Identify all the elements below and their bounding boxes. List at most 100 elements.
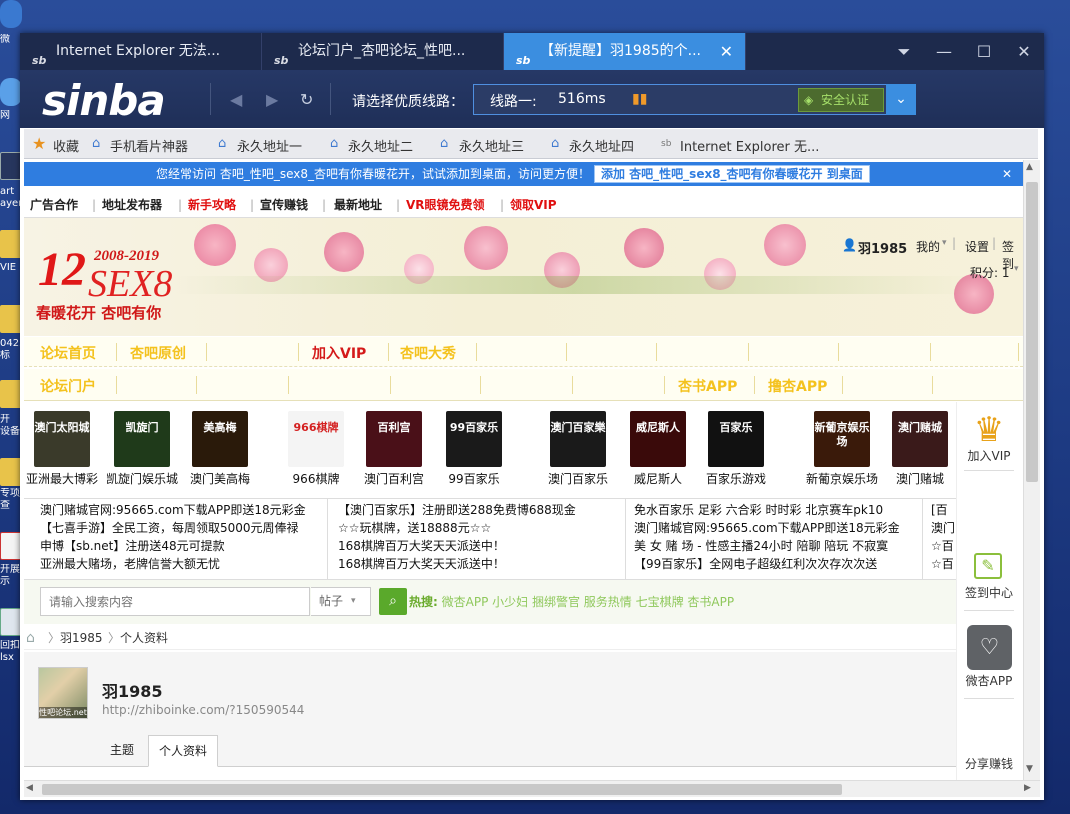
search-type-select[interactable]: 帖子 ▾ — [311, 587, 371, 616]
ad-text-link[interactable]: 申博【sb.net】注册送48元可提款 — [40, 537, 324, 555]
ad-caption[interactable]: 澳门美高梅 — [180, 470, 260, 487]
ad-text-link[interactable]: ☆☆玩棋牌，送18888元☆☆ — [338, 519, 622, 537]
ad-text-link[interactable]: ☆百 — [931, 555, 955, 573]
ad-text-link[interactable]: 澳门赌城官网:95665.com下载APP即送18元彩金 — [634, 519, 918, 537]
wechat-app-icon[interactable]: ♡ — [967, 625, 1012, 670]
add-desktop-button[interactable]: 添加 杏吧_性吧_sex8_杏吧有你春暖花开 到桌面 — [594, 165, 870, 183]
my-menu[interactable]: 我的 — [916, 238, 940, 255]
search-input[interactable] — [40, 587, 310, 616]
tab-menu-icon[interactable]: ⏷ — [884, 33, 924, 70]
vertical-scrollbar[interactable]: ▲ ▼ — [1023, 160, 1040, 780]
fav-link[interactable]: Internet Explorer 无... — [680, 136, 819, 155]
desktop-player-icon[interactable] — [0, 152, 22, 180]
ad-text-link[interactable]: 168棋牌百万大奖天天派送中！ — [338, 555, 622, 573]
ad-text-link[interactable]: 澳门赌城官网:95665.com下载APP即送18元彩金 — [40, 501, 324, 519]
user-avatar[interactable]: 性吧论坛.net — [38, 667, 88, 719]
minimize-icon[interactable]: — — [924, 33, 964, 70]
scroll-left-icon[interactable]: ◀ — [26, 783, 33, 793]
desktop-network-icon[interactable] — [0, 78, 22, 106]
notice-close-icon[interactable]: ✕ — [1002, 162, 1012, 186]
ad-logo[interactable]: 凯旋门 — [114, 411, 170, 467]
ad-text-link[interactable]: ☆百 — [931, 537, 955, 555]
ad-text-link[interactable]: 免水百家乐 足彩 六合彩 时时彩 北京赛车pk10 — [634, 501, 918, 519]
forward-icon[interactable]: ▶ — [266, 90, 278, 109]
maximize-icon[interactable]: ☐ — [964, 33, 1004, 70]
ad-text-link[interactable]: 【99百家乐】全网电子超级红利次次存次次送 — [634, 555, 918, 573]
refresh-icon[interactable]: ↻ — [300, 90, 313, 109]
fav-link[interactable]: 永久地址四 — [569, 136, 634, 155]
ad-caption[interactable]: 澳门百利宫 — [354, 470, 434, 487]
fav-link[interactable]: 永久地址一 — [237, 136, 302, 155]
line-dropdown-button[interactable]: ⌄ — [886, 84, 916, 115]
ad-caption[interactable]: 威尼斯人 — [618, 470, 698, 487]
ad-logo[interactable]: 威尼斯人 — [630, 411, 686, 467]
nav-join-vip[interactable]: 加入VIP — [312, 343, 366, 363]
ad-caption[interactable]: 新葡京娱乐场 — [802, 470, 882, 487]
top-menu-item[interactable]: 新手攻略 — [188, 192, 236, 218]
safe-verify-badge[interactable]: ◈ 安全认证 — [798, 88, 884, 112]
points-display[interactable]: 积分: 1 — [970, 264, 1010, 281]
browser-tab-active[interactable]: sb 【新提醒】羽1985的个... ✕ — [504, 33, 746, 70]
username-link[interactable]: 羽1985 — [858, 238, 907, 257]
scroll-down-icon[interactable]: ▼ — [1026, 764, 1033, 774]
ad-logo[interactable]: 百家乐 — [708, 411, 764, 467]
profile-url[interactable]: http://zhiboinke.com/?150590544 — [102, 703, 304, 717]
nav-original[interactable]: 杏吧原创 — [130, 343, 186, 363]
ad-caption[interactable]: 澳门百家乐 — [538, 470, 618, 487]
desktop-pdf-icon[interactable] — [0, 532, 22, 560]
breadcrumb-user[interactable]: 羽1985 — [60, 626, 103, 650]
horizontal-scroll-thumb[interactable] — [42, 784, 842, 795]
ad-text-link[interactable]: 澳门 — [931, 519, 955, 537]
ad-caption[interactable]: 凯旋门娱乐城 — [102, 470, 182, 487]
ad-text-link[interactable]: 美 女 赌 场 - 性感主播24小时 陪聊 陪玩 不寂寞 — [634, 537, 918, 555]
top-menu-item[interactable]: 领取VIP — [510, 192, 557, 218]
ad-logo[interactable]: 澳门百家樂 — [550, 411, 606, 467]
fav-link[interactable]: 永久地址三 — [459, 136, 524, 155]
sidebar-app[interactable]: 微杏APP — [958, 672, 1020, 689]
tab-profile[interactable]: 个人资料 — [148, 735, 219, 767]
desktop-folder-icon[interactable] — [0, 458, 22, 486]
ad-logo[interactable]: 美高梅 — [192, 411, 248, 467]
desktop-app-icon[interactable] — [0, 0, 22, 28]
ad-caption[interactable]: 亚洲最大博彩 — [22, 470, 102, 487]
ad-logo[interactable]: 99百家乐 — [446, 411, 502, 467]
top-menu-item[interactable]: 地址发布器 — [102, 192, 162, 218]
search-button[interactable]: ⌕ — [379, 588, 407, 615]
ad-text-link[interactable]: 亚洲最大赌场，老牌信誉大额无忧 — [40, 555, 324, 573]
ad-text-link[interactable]: 【七喜手游】全民工资，每周领取5000元周俸禄 — [40, 519, 324, 537]
ad-caption[interactable]: 966棋牌 — [276, 470, 356, 487]
ad-logo[interactable]: 澳门太阳城 — [34, 411, 90, 467]
desktop-folder-icon[interactable] — [0, 305, 22, 333]
home-icon[interactable]: ⌂ — [26, 626, 35, 650]
fav-link[interactable]: 手机看片神器 — [110, 136, 188, 155]
desktop-xlsx-icon[interactable] — [0, 608, 22, 636]
tab-close-icon[interactable]: ✕ — [720, 33, 733, 70]
vertical-scroll-thumb[interactable] — [1026, 182, 1038, 482]
desktop-folder-icon[interactable] — [0, 230, 22, 258]
ad-logo[interactable]: 百利宫 — [366, 411, 422, 467]
scroll-up-icon[interactable]: ▲ — [1026, 162, 1033, 172]
top-menu-item[interactable]: VR眼镜免费领 — [406, 192, 485, 218]
nav-live-show[interactable]: 杏吧大秀 — [400, 343, 456, 363]
ad-caption[interactable]: 百家乐游戏 — [696, 470, 776, 487]
browser-tab[interactable]: sb Internet Explorer 无法... — [20, 33, 262, 70]
ad-logo[interactable]: 新葡京娱乐场 — [814, 411, 870, 467]
top-menu-item[interactable]: 最新地址 — [334, 192, 382, 218]
nav-lu-app[interactable]: 撸杏APP — [768, 376, 827, 396]
sidebar-share[interactable]: 分享赚钱 — [958, 755, 1020, 772]
scroll-right-icon[interactable]: ▶ — [1024, 783, 1031, 793]
nav-forum-home[interactable]: 论坛首页 — [40, 343, 96, 363]
ad-logo[interactable]: 澳门赌城 — [892, 411, 948, 467]
close-window-icon[interactable]: ✕ — [1004, 33, 1044, 70]
sidebar-join-vip[interactable]: 加入VIP — [958, 447, 1020, 464]
sidebar-checkin[interactable]: 签到中心 — [958, 584, 1020, 601]
horizontal-scrollbar[interactable]: ◀ ▶ — [24, 780, 1040, 797]
favorites-button[interactable]: 收藏 — [53, 136, 79, 155]
ad-logo[interactable]: 966棋牌 — [288, 411, 344, 467]
top-menu-item[interactable]: 广告合作 — [30, 192, 78, 218]
checkin-icon[interactable]: ✎ — [974, 553, 1002, 579]
ad-text-link[interactable]: 【澳门百家乐】注册即送288免费博688现金 — [338, 501, 622, 519]
browser-tab[interactable]: sb 论坛门户_杏吧论坛_性吧... — [262, 33, 504, 70]
top-menu-item[interactable]: 宣传赚钱 — [260, 192, 308, 218]
ad-text-link[interactable]: [百 — [931, 501, 955, 519]
